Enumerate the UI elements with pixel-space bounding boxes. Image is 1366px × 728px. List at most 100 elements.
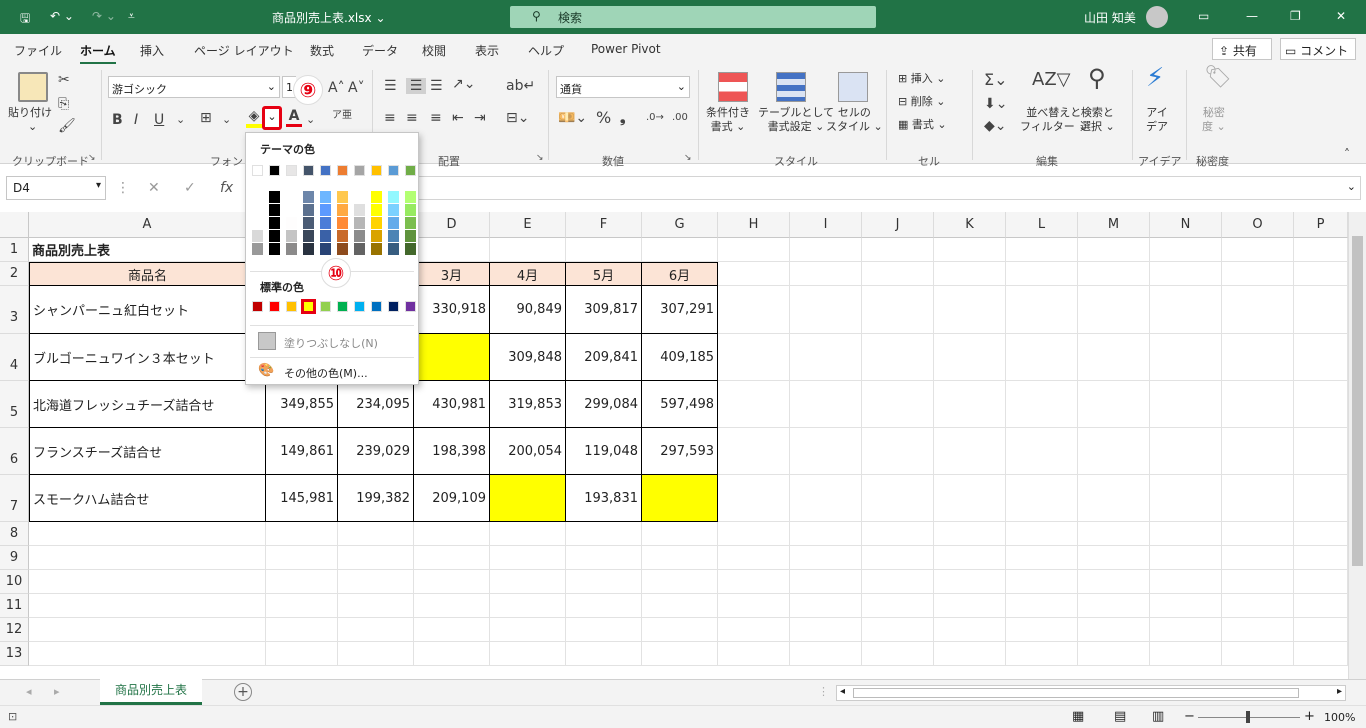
cell[interactable] [338,642,414,666]
cell[interactable] [790,570,862,594]
row-header[interactable]: 7 [0,475,29,522]
cell[interactable] [862,546,934,570]
cell[interactable] [1006,570,1078,594]
tab-view[interactable]: 表示 [475,42,499,59]
cell[interactable] [718,381,790,428]
cell-styles-label[interactable]: セルの スタイル ⌄ [826,106,883,134]
cell[interactable] [642,618,718,642]
theme-shade-swatch[interactable] [252,191,263,203]
cell[interactable] [1150,262,1222,286]
column-header[interactable]: I [790,212,862,238]
theme-shade-swatch[interactable] [405,191,416,203]
cell[interactable] [414,642,490,666]
cell[interactable] [718,286,790,334]
cell[interactable] [266,618,338,642]
theme-shade-swatch[interactable] [269,230,280,242]
font-color-dropdown-icon[interactable]: ⌄ [306,112,315,128]
row-header[interactable]: 3 [0,286,29,334]
cell[interactable] [29,522,266,546]
cell[interactable] [934,286,1006,334]
theme-shade-swatch[interactable] [269,243,280,255]
row-header[interactable]: 8 [0,522,29,546]
theme-shade-swatch[interactable] [405,217,416,229]
format-as-table-label[interactable]: テーブルとして 書式設定 ⌄ [758,106,834,134]
cell[interactable] [718,570,790,594]
theme-color-swatch[interactable] [286,165,297,176]
user-name[interactable]: 山田 知美 [1084,9,1136,26]
cell[interactable] [862,286,934,334]
clear-icon[interactable]: ◆⌄ [984,118,1007,134]
column-header[interactable]: L [1006,212,1078,238]
theme-color-swatch[interactable] [303,165,314,176]
cell[interactable] [1222,522,1294,546]
theme-shade-swatch[interactable] [303,243,314,255]
row-header[interactable]: 12 [0,618,29,642]
save-icon[interactable]: 🖫 [20,9,30,30]
row-header[interactable]: 10 [0,570,29,594]
cell[interactable] [862,334,934,381]
row-header[interactable]: 4 [0,334,29,381]
cell[interactable] [934,642,1006,666]
cell[interactable] [29,570,266,594]
cell[interactable] [718,428,790,475]
cell[interactable] [790,475,862,522]
sales-value[interactable]: 199,382 [338,475,414,522]
cell[interactable] [862,594,934,618]
cell[interactable] [29,642,266,666]
cell[interactable] [790,381,862,428]
cell[interactable] [1078,334,1150,381]
tab-insert[interactable]: 挿入 [140,42,164,59]
sales-value[interactable]: 430,981 [414,381,490,428]
cell[interactable] [266,546,338,570]
cell[interactable] [1222,570,1294,594]
sales-value[interactable]: 409,185 [642,334,718,381]
cell[interactable] [1294,286,1348,334]
cell[interactable] [1150,428,1222,475]
cell[interactable] [642,570,718,594]
qat-customize-icon[interactable]: ⩡ [128,9,135,24]
theme-shade-swatch[interactable] [388,191,399,203]
standard-color-swatch[interactable] [252,301,263,312]
column-header[interactable]: A [29,212,266,238]
theme-shade-swatch[interactable] [286,230,297,242]
accounting-format-icon[interactable]: 💴⌄ [558,110,587,126]
cell[interactable] [862,522,934,546]
ribbon-display-icon[interactable]: ▭ [1198,9,1209,23]
formula-input[interactable]: ⌄ [274,176,1361,200]
cell[interactable] [1150,546,1222,570]
sales-value[interactable]: 349,855 [266,381,338,428]
sales-value[interactable]: 319,853 [490,381,566,428]
restore-icon[interactable]: ❐ [1290,9,1301,23]
cell[interactable] [1150,238,1222,262]
tab-data[interactable]: データ [362,42,398,59]
cell[interactable] [1294,594,1348,618]
align-middle-icon[interactable]: ☰ [406,78,426,94]
cell[interactable] [1294,262,1348,286]
sales-value[interactable]: 90,849 [490,286,566,334]
cell[interactable] [1222,428,1294,475]
sheet-title[interactable]: 商品別売上表 [29,238,266,262]
theme-shade-swatch[interactable] [269,204,280,216]
standard-color-swatch[interactable] [354,301,365,312]
tab-formulas[interactable]: 数式 [310,42,334,59]
header-product-name[interactable]: 商品名 [29,262,266,286]
cell[interactable] [566,546,642,570]
theme-shade-swatch[interactable] [337,191,348,203]
cell[interactable] [934,381,1006,428]
cell[interactable] [1006,262,1078,286]
column-header[interactable]: P [1294,212,1348,238]
theme-color-swatch[interactable] [354,165,365,176]
cell[interactable] [566,238,642,262]
cell[interactable] [414,522,490,546]
copy-icon[interactable]: ⎘ [58,96,69,112]
cell[interactable] [266,522,338,546]
font-shrink-icon[interactable]: A˅ [348,80,365,96]
fill-icon[interactable]: ⬇⌄ [984,96,1007,112]
row-header[interactable]: 6 [0,428,29,475]
column-header[interactable]: M [1078,212,1150,238]
cell[interactable] [1294,238,1348,262]
cell[interactable] [490,475,566,522]
redo-icon[interactable]: ↷ ⌄ [92,9,116,23]
cell[interactable] [1150,522,1222,546]
decrease-indent-icon[interactable]: ⇤ [452,110,464,126]
